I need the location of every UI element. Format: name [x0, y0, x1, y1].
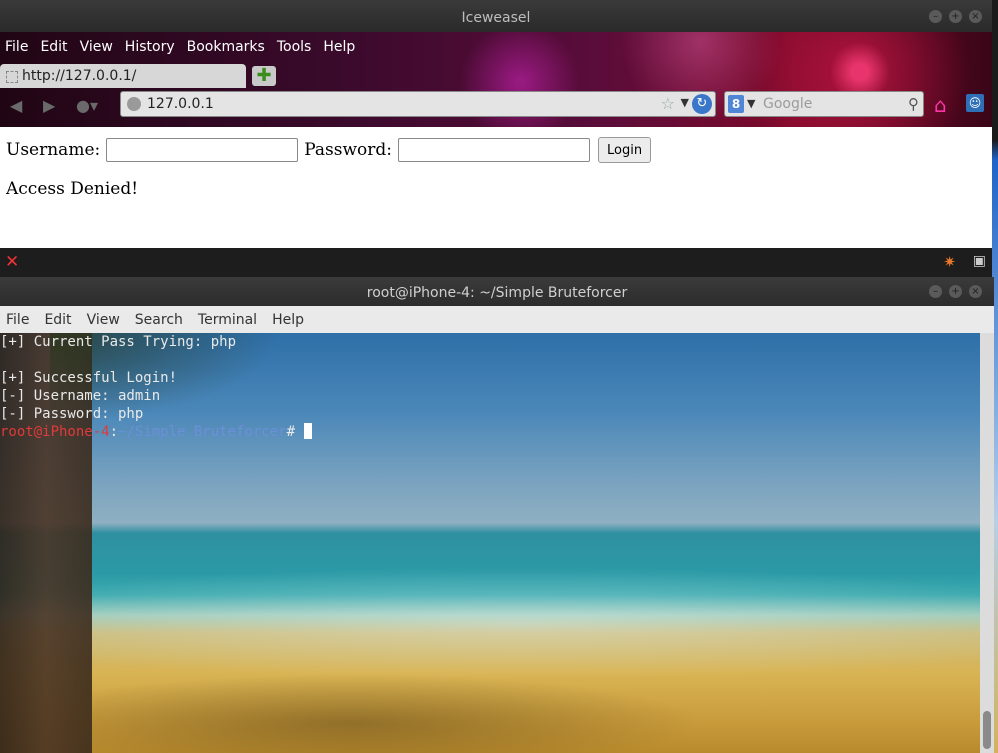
extension-icon[interactable]: ▣	[973, 253, 986, 269]
terminal-titlebar: root@iPhone-4: ~/Simple Bruteforcer – + …	[0, 277, 994, 306]
close-icon[interactable]: ×	[969, 10, 982, 23]
home-icon[interactable]: ⌂	[934, 93, 947, 117]
terminal-close-icon[interactable]: ×	[969, 285, 982, 298]
maximize-icon[interactable]: +	[949, 10, 962, 23]
new-tab-icon[interactable]: ✚	[252, 66, 276, 86]
page-content: Username: Password: Login Access Denied!	[0, 127, 992, 248]
search-icon[interactable]: ⚲	[908, 95, 919, 113]
terminal-output[interactable]: [+] Current Pass Trying: php [+] Successf…	[0, 333, 980, 753]
username-input[interactable]	[106, 138, 299, 162]
menu-history[interactable]: History	[125, 39, 175, 55]
prompt-separator: :	[109, 424, 119, 440]
close-addon-bar-icon[interactable]: ✕	[5, 252, 19, 272]
terminal-title: root@iPhone-4: ~/Simple Bruteforcer	[366, 285, 628, 301]
prompt-path: ~/Simple Bruteforcer	[118, 424, 287, 440]
search-box[interactable]: 8 ▼ Google ⚲	[724, 91, 924, 117]
access-message: Access Denied!	[6, 179, 139, 199]
username-label: Username:	[6, 140, 101, 160]
browser-titlebar: Iceweasel – + ×	[0, 0, 992, 32]
login-form: Username: Password: Login	[6, 137, 652, 163]
url-text: 127.0.0.1	[147, 96, 214, 112]
terminal-prompt: root@iPhone-4:~/Simple Bruteforcer#	[0, 423, 313, 441]
tab-localhost[interactable]: http://127.0.0.1/	[0, 64, 246, 88]
terminal-maximize-icon[interactable]: +	[949, 285, 962, 298]
bookmark-star-icon[interactable]: ☆	[661, 94, 675, 113]
terminal-text: [+] Current Pass Trying: php [+] Successf…	[0, 333, 313, 441]
menu-help[interactable]: Help	[323, 39, 355, 55]
prompt-user: root@iPhone-4	[0, 424, 110, 440]
password-input[interactable]	[398, 138, 591, 162]
terminal-line: [-] Username: admin	[0, 388, 161, 404]
addon-bar: ✕ ✷ ▣	[0, 248, 992, 277]
reload-icon[interactable]: ↻	[692, 94, 712, 114]
text-cursor	[304, 423, 313, 439]
search-engine-icon[interactable]: 8	[728, 95, 744, 113]
back-icon[interactable]: ◀	[10, 96, 22, 115]
minimize-icon[interactable]: –	[929, 10, 942, 23]
forward-icon[interactable]: ▶	[43, 96, 55, 115]
terminal-minimize-icon[interactable]: –	[929, 285, 942, 298]
terminal-menu-help[interactable]: Help	[272, 312, 304, 328]
terminal-menu-file[interactable]: File	[6, 312, 29, 328]
firebug-icon[interactable]: ✷	[943, 253, 956, 271]
browser-chrome: File Edit View History Bookmarks Tools H…	[0, 32, 992, 127]
browser-title: Iceweasel	[461, 10, 531, 26]
navigation-toolbar: ◀ ▶ ●▾ 127.0.0.1 ☆ ▼ ↻ 8 ▼ Google ⚲ ⌂ ☺	[0, 88, 992, 127]
prompt-symbol: #	[286, 424, 304, 440]
browser-window: Iceweasel – + × File Edit View History B…	[0, 0, 992, 277]
identity-icon[interactable]: ●▾	[76, 96, 98, 115]
url-bar[interactable]: 127.0.0.1 ☆ ▼ ↻	[120, 91, 716, 117]
terminal-scrollbar-thumb[interactable]	[983, 711, 991, 749]
terminal-menu-terminal[interactable]: Terminal	[198, 312, 257, 328]
terminal-line: [+] Successful Login!	[0, 370, 178, 386]
sand-shadow-background	[0, 663, 980, 753]
tab-label: http://127.0.0.1/	[22, 68, 137, 84]
tab-strip: http://127.0.0.1/ ✚	[0, 62, 992, 88]
menu-file[interactable]: File	[5, 39, 28, 55]
search-engine-dropdown-icon[interactable]: ▼	[747, 97, 755, 110]
terminal-window: root@iPhone-4: ~/Simple Bruteforcer – + …	[0, 277, 994, 753]
addon-icon[interactable]: ☺	[966, 94, 984, 112]
login-button[interactable]: Login	[598, 137, 652, 163]
menu-tools[interactable]: Tools	[277, 39, 312, 55]
terminal-menu-search[interactable]: Search	[135, 312, 183, 328]
menu-bookmarks[interactable]: Bookmarks	[187, 39, 265, 55]
password-label: Password:	[304, 140, 393, 160]
terminal-line: [-] Password: php	[0, 406, 144, 422]
menu-view[interactable]: View	[80, 39, 113, 55]
globe-icon	[127, 97, 141, 111]
terminal-line: [+] Current Pass Trying: php	[0, 334, 237, 350]
menu-edit[interactable]: Edit	[40, 39, 67, 55]
search-placeholder: Google	[763, 96, 813, 112]
terminal-scrollbar[interactable]	[980, 333, 994, 753]
url-dropdown-icon[interactable]: ▼	[681, 96, 689, 109]
terminal-menu-edit[interactable]: Edit	[44, 312, 71, 328]
browser-menubar: File Edit View History Bookmarks Tools H…	[0, 32, 992, 62]
terminal-menu-view[interactable]: View	[87, 312, 120, 328]
terminal-menubar: File Edit View Search Terminal Help	[0, 306, 994, 333]
